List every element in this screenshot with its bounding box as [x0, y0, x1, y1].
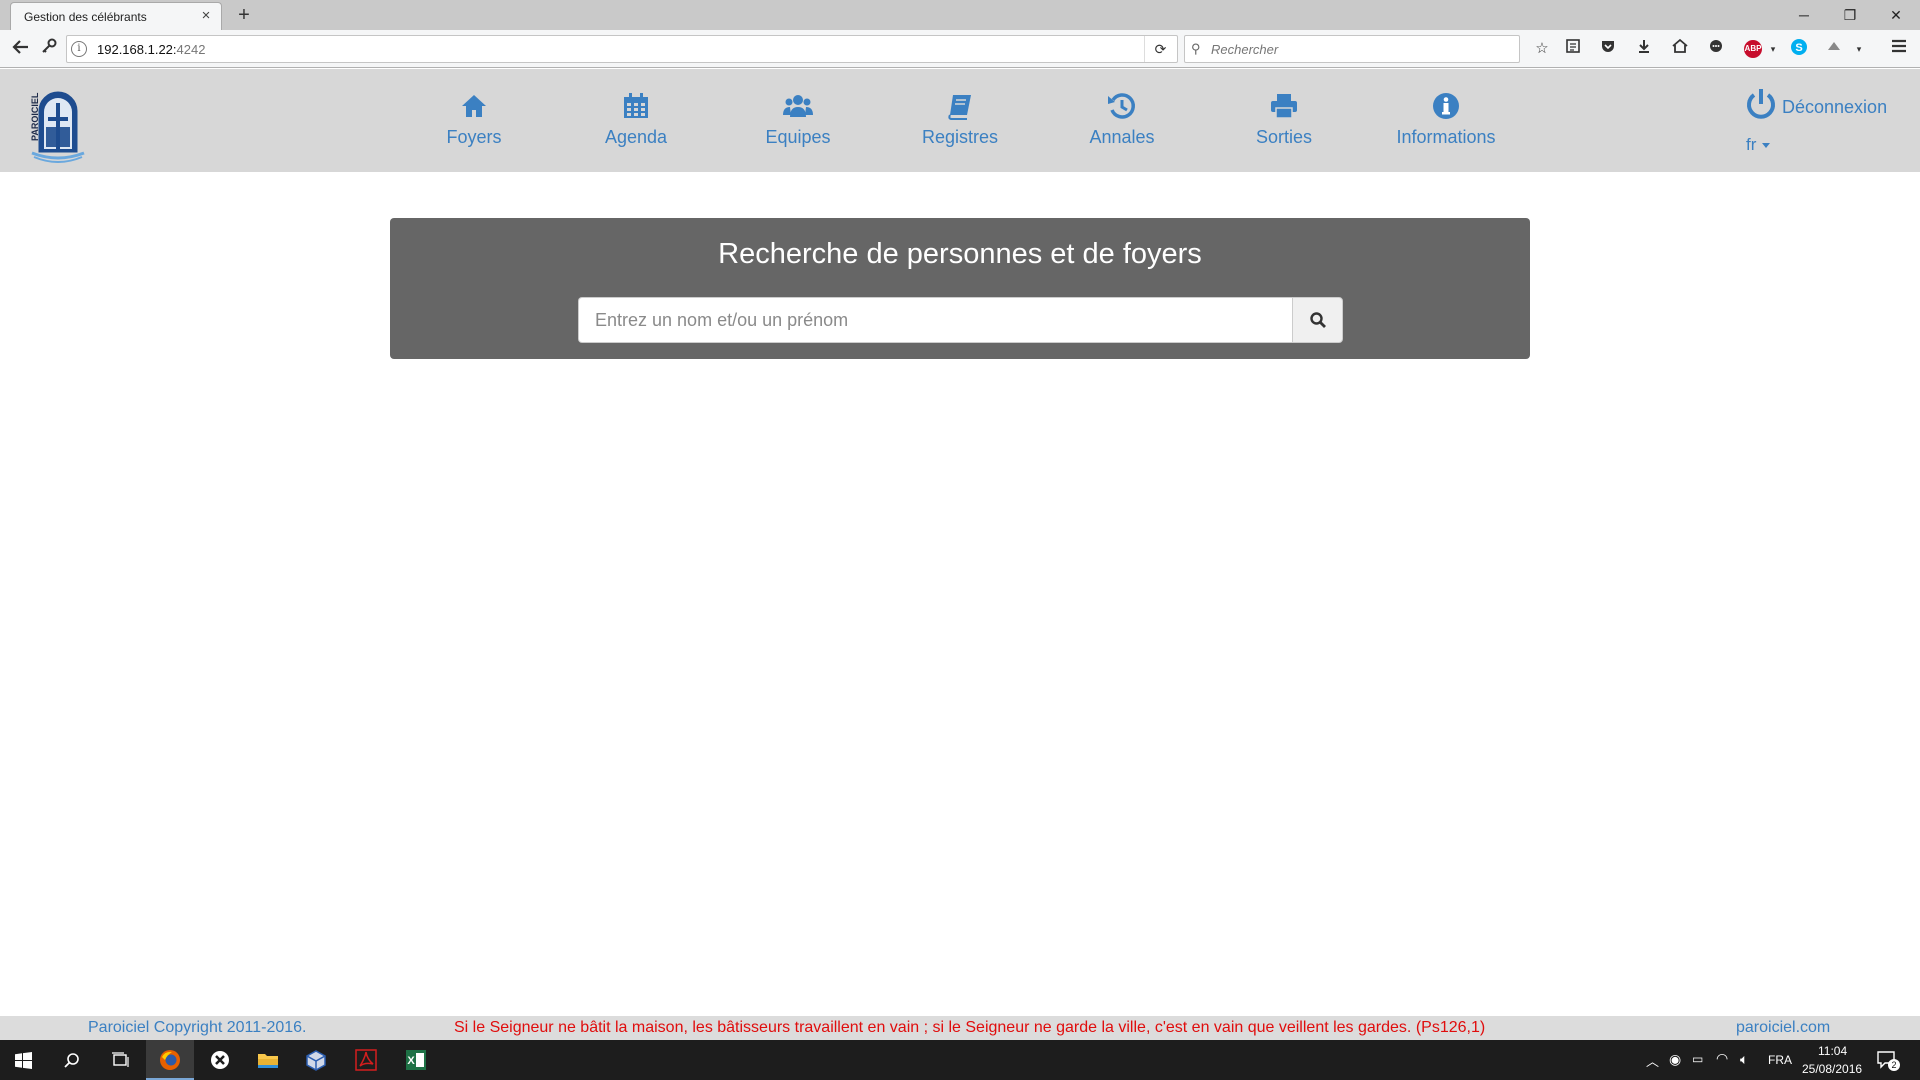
language-label: fr	[1746, 135, 1757, 154]
home-icon[interactable]	[1669, 38, 1691, 60]
chat-icon[interactable]	[1705, 38, 1727, 60]
new-tab-button[interactable]: +	[232, 3, 256, 27]
acrobat-icon[interactable]	[342, 1040, 390, 1080]
nav-label: Registres	[921, 127, 999, 147]
back-arrow-icon[interactable]	[10, 38, 32, 60]
adblock-dropdown-icon[interactable]: ▾	[1762, 38, 1784, 60]
reload-icon[interactable]: ⟳	[1144, 36, 1176, 62]
windows-taskbar: X ︿ ◉ ▭ ◠ 🔈︎ FRA 11:04 25/08/2016 2	[0, 1040, 1920, 1080]
search-panel: Recherche de personnes et de foyers	[390, 218, 1530, 359]
nav-annales[interactable]: Annales	[1057, 83, 1187, 159]
person-search-input[interactable]	[578, 297, 1292, 343]
history-icon	[1108, 93, 1135, 119]
print-icon	[1271, 94, 1297, 119]
site-link[interactable]: paroiciel.com	[1736, 1019, 1830, 1037]
battery-icon[interactable]: ▭	[1692, 1052, 1703, 1066]
reading-list-icon[interactable]	[1562, 38, 1584, 60]
nav-label: Annales	[1089, 127, 1155, 147]
excel-icon[interactable]: X	[392, 1040, 440, 1080]
browser-tab[interactable]: Gestion des célébrants ×	[10, 2, 222, 30]
browser-tab-strip: Gestion des célébrants × + ─ ❐ ✕	[0, 0, 1920, 30]
calendar-icon	[624, 93, 648, 118]
window-close-button[interactable]: ✕	[1876, 2, 1916, 28]
wifi-icon[interactable]: ◠	[1716, 1050, 1728, 1067]
app-header: PAROICIEL Foyers Agenda Equipes Registre…	[0, 69, 1920, 172]
book-icon	[948, 95, 971, 120]
nav-foyers[interactable]: Foyers	[409, 83, 539, 159]
app-taskbar-icon[interactable]	[196, 1040, 244, 1080]
extension-icon[interactable]	[1823, 38, 1845, 60]
logout-label: Déconnexion	[1782, 97, 1888, 117]
footer-verse: Si le Seigneur ne bâtit la maison, les b…	[454, 1019, 1486, 1036]
browser-search-bar[interactable]: ⚲ Rechercher	[1184, 35, 1520, 63]
record-icon[interactable]: ◉	[1669, 1051, 1681, 1068]
extension-dropdown-icon[interactable]: ▾	[1848, 38, 1870, 60]
tab-title: Gestion des célébrants	[24, 10, 147, 24]
nav-registres[interactable]: Registres	[895, 83, 1025, 159]
search-icon: ⚲	[1191, 41, 1201, 56]
language-dropdown[interactable]: fr	[1746, 135, 1786, 157]
chevron-up-icon[interactable]: ︿	[1646, 1051, 1659, 1070]
power-icon	[1747, 89, 1775, 119]
url-text: 192.168.1.22:4242	[97, 42, 206, 57]
windows-start-icon[interactable]	[0, 1040, 48, 1080]
caret-down-icon	[1762, 143, 1771, 149]
copyright-text: Paroiciel Copyright 2011-2016.	[88, 1019, 307, 1036]
logout-button[interactable]: Déconnexion	[1744, 85, 1894, 125]
users-icon	[783, 95, 813, 117]
url-bar[interactable]: i 192.168.1.22:4242 ⟳	[66, 35, 1178, 63]
nav-label: Foyers	[446, 127, 502, 147]
search-panel-title: Recherche de personnes et de foyers	[718, 238, 1202, 270]
search-icon[interactable]	[48, 1040, 96, 1080]
browser-toolbar: i 192.168.1.22:4242 ⟳ ⚲ Rechercher ☆ ABP…	[0, 30, 1920, 68]
paroiciel-logo[interactable]: PAROICIEL	[26, 81, 90, 163]
home-icon	[462, 95, 486, 117]
site-info-icon[interactable]: i	[71, 41, 87, 57]
download-icon[interactable]	[1633, 38, 1655, 60]
input-language[interactable]: FRA	[1768, 1053, 1792, 1067]
menu-hamburger-icon[interactable]	[1888, 38, 1910, 60]
skype-icon[interactable]: S	[1788, 38, 1810, 60]
browser-search-placeholder: Rechercher	[1211, 42, 1279, 57]
nav-sorties[interactable]: Sorties	[1219, 83, 1349, 159]
svg-text:PAROICIEL: PAROICIEL	[30, 92, 40, 141]
volume-icon[interactable]: 🔈︎	[1740, 1051, 1748, 1068]
task-view-icon[interactable]	[96, 1040, 144, 1080]
svg-text:X: X	[407, 1055, 415, 1067]
nav-label: Equipes	[765, 127, 831, 147]
restore-button[interactable]: ❐	[1830, 2, 1870, 28]
adblock-icon[interactable]: ABP	[1744, 40, 1762, 58]
notification-count: 2	[1888, 1059, 1900, 1071]
search-button[interactable]	[1292, 297, 1343, 343]
search-icon	[1310, 312, 1326, 328]
nav-label: Sorties	[1255, 127, 1313, 147]
nav-agenda[interactable]: Agenda	[571, 83, 701, 159]
clock-time[interactable]: 11:04	[1818, 1044, 1847, 1058]
file-explorer-icon[interactable]	[244, 1040, 292, 1080]
clock-date[interactable]: 25/08/2016	[1802, 1062, 1862, 1076]
app-footer: Paroiciel Copyright 2011-2016. Si le Sei…	[0, 1016, 1920, 1040]
minimize-button[interactable]: ─	[1784, 2, 1824, 28]
pocket-icon[interactable]	[1597, 38, 1619, 60]
firefox-taskbar-icon[interactable]	[146, 1040, 194, 1080]
nav-equipes[interactable]: Equipes	[733, 83, 863, 159]
key-icon[interactable]	[38, 38, 60, 60]
info-icon	[1433, 93, 1459, 119]
bookmark-star-icon[interactable]: ☆	[1531, 38, 1553, 60]
nav-label: Agenda	[604, 127, 668, 147]
nav-label: Informations	[1396, 127, 1496, 147]
notifications-icon[interactable]: 2	[1876, 1050, 1900, 1071]
tab-close-icon[interactable]: ×	[197, 7, 215, 25]
svg-text:S: S	[1795, 42, 1802, 54]
virtualbox-icon[interactable]	[292, 1040, 340, 1080]
nav-informations[interactable]: Informations	[1381, 83, 1511, 159]
